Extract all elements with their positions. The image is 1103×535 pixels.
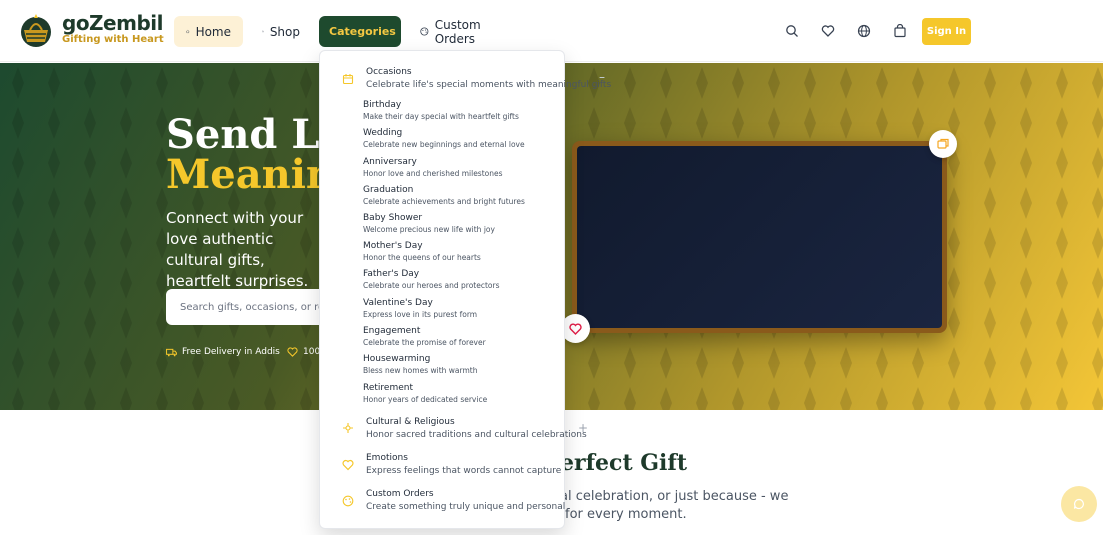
nav-shop-label: Shop	[269, 24, 300, 39]
dropdown-item-desc: Celebrate the promise of forever	[363, 338, 486, 347]
dropdown-item-mothers-day[interactable]: Mother's Day Honor the queens of our hea…	[363, 240, 481, 264]
heart-icon[interactable]	[821, 24, 835, 38]
dropdown-item-desc: Make their day special with heartfelt gi…	[363, 112, 519, 121]
dropdown-item-graduation[interactable]: Graduation Celebrate achievements and br…	[363, 184, 525, 208]
palette-icon	[420, 27, 429, 36]
dropdown-item-title: Valentine's Day	[363, 298, 433, 308]
section-title: erfect Gift	[560, 450, 688, 476]
brand-tagline: Gifting with Heart	[62, 34, 164, 45]
dropdown-item-title: Father's Day	[363, 269, 420, 279]
heart-icon	[342, 459, 354, 471]
dropdown-item-desc: Welcome precious new life with joy	[363, 225, 495, 234]
dropdown-item-title: Retirement	[363, 383, 413, 393]
categories-dropdown: Occasions Celebrate life's special momen…	[319, 50, 611, 529]
dropdown-item-desc: Honor the queens of our hearts	[363, 253, 481, 262]
nav-shop[interactable]: Shop	[250, 16, 312, 47]
dropdown-item-title: Mother's Day	[363, 241, 423, 251]
dropdown-item-desc: Honor years of dedicated service	[363, 395, 488, 404]
hero-search-input[interactable]: Search gifts, occasions, or recipients	[166, 289, 326, 325]
dropdown-item-desc: Celebrate our heroes and protectors	[363, 281, 500, 290]
dropdown-item-title: Wedding	[363, 128, 403, 138]
brand-name: goZembil	[62, 11, 163, 35]
nav-categories-label: Categories	[329, 25, 396, 38]
dropdown-item-desc: Bless new homes with warmth	[363, 366, 478, 375]
feature-delivery-label: Free Delivery in Addis	[182, 347, 280, 357]
favorite-heart-icon[interactable]	[561, 314, 590, 343]
feature-count-label: 100	[303, 347, 321, 357]
dropdown-item-retirement[interactable]: Retirement Honor years of dedicated serv…	[363, 382, 487, 406]
basket-logo-icon	[21, 14, 51, 47]
dropdown-item-desc: Celebrate achievements and bright future…	[363, 197, 525, 206]
dropdown-item-title: Birthday	[363, 100, 402, 110]
palette-icon	[342, 495, 354, 507]
hero-video[interactable]	[577, 146, 942, 328]
bag-icon[interactable]	[893, 24, 907, 38]
home-icon	[186, 29, 190, 34]
dropdown-item-anniversary[interactable]: Anniversary Honor love and cherished mil…	[363, 156, 503, 180]
dropdown-item-title: Graduation	[363, 185, 414, 195]
dropdown-item-fathers-day[interactable]: Father's Day Celebrate our heroes and pr…	[363, 268, 499, 292]
dropdown-custom-title: Custom Orders	[366, 489, 434, 499]
dropdown-item-desc: Celebrate new beginnings and eternal lov…	[363, 140, 525, 149]
dropdown-cultural-title: Cultural & Religious	[366, 417, 455, 427]
nav-home-label: Home	[195, 24, 231, 39]
gift-card-icon[interactable]	[929, 130, 957, 158]
dropdown-item-engagement[interactable]: Engagement Celebrate the promise of fore…	[363, 325, 486, 349]
nav-categories[interactable]: Categories	[319, 16, 401, 47]
nav-custom-orders[interactable]: Custom Orders	[408, 16, 518, 47]
dropdown-item-valentines-day[interactable]: Valentine's Day Express love in its pure…	[363, 297, 477, 321]
section-subtitle-line1: al celebration, or just because - we	[560, 489, 789, 504]
hero-video-frame[interactable]	[572, 141, 947, 333]
feature-count: 100	[287, 347, 320, 357]
hero-subtitle: Connect with your love authentic cultura…	[166, 209, 309, 290]
dropdown-cultural-desc: Honor sacred traditions and cultural cel…	[366, 430, 587, 440]
dropdown-item-desc: Express love in its purest form	[363, 310, 478, 319]
nav-home[interactable]: Home	[174, 16, 243, 47]
truck-icon	[166, 348, 177, 356]
dropdown-item-title: Anniversary	[363, 157, 417, 167]
nav-custom-orders-label: Custom Orders	[434, 17, 481, 46]
dropdown-occasions-desc: Celebrate life's special moments with me…	[366, 80, 612, 90]
dropdown-custom-desc: Create something truly unique and person…	[366, 502, 566, 512]
dropdown-emotions-desc: Express feelings that words cannot captu…	[366, 466, 562, 476]
dropdown-item-birthday[interactable]: Birthday Make their day special with hea…	[363, 99, 519, 123]
dropdown-item-baby-shower[interactable]: Baby Shower Welcome precious new life wi…	[363, 212, 495, 236]
dropdown-item-wedding[interactable]: Wedding Celebrate new beginnings and ete…	[363, 127, 525, 151]
heart-outline-icon	[287, 347, 298, 357]
chat-button[interactable]	[1061, 486, 1097, 522]
dropdown-item-housewarming[interactable]: Housewarming Bless new homes with warmth	[363, 353, 477, 377]
calendar-icon	[342, 74, 354, 85]
sign-in-button[interactable]: Sign In	[922, 18, 971, 45]
sparkle-icon	[343, 423, 353, 433]
dropdown-emotions-title: Emotions	[366, 453, 408, 463]
logo[interactable]: goZembil Gifting with Heart	[20, 12, 164, 48]
dropdown-occasions-title: Occasions	[366, 67, 412, 77]
dropdown-item-desc: Honor love and cherished milestones	[363, 169, 503, 178]
search-icon[interactable]	[785, 24, 799, 38]
feature-delivery: Free Delivery in Addis	[166, 347, 280, 357]
dropdown-item-title: Engagement	[363, 326, 421, 336]
cart-icon	[262, 30, 264, 33]
dropdown-item-title: Baby Shower	[363, 213, 423, 223]
chat-icon	[1073, 498, 1084, 510]
globe-icon[interactable]	[857, 24, 871, 38]
dropdown-item-title: Housewarming	[363, 354, 431, 364]
section-subtitle-line2: for every moment.	[565, 507, 687, 522]
